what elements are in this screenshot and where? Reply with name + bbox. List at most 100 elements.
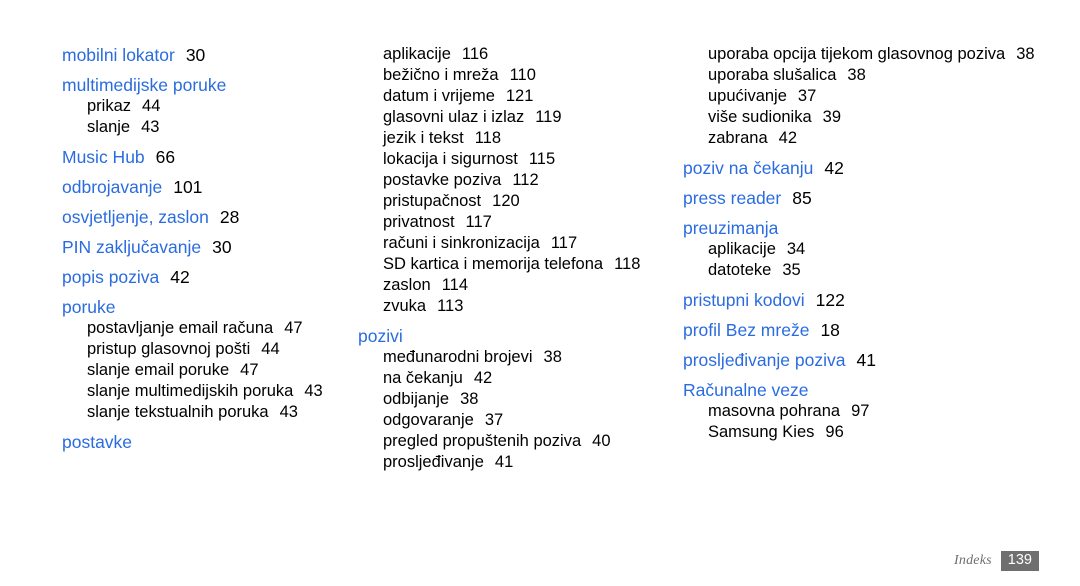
index-sub-entry[interactable]: pristup glasovnoj pošti 44 <box>62 339 345 360</box>
index-group: PIN zaključavanje 30 <box>62 236 345 258</box>
index-entry-head[interactable]: prosljeđivanje poziva 41 <box>683 349 1080 371</box>
index-page-number: 38 <box>460 390 479 408</box>
index-page: mobilni lokator 30 multimedijske poruke pri… <box>0 0 1080 586</box>
index-sub-entry[interactable]: slanje multimedijskih poruka 43 <box>62 381 345 402</box>
index-sub-entry[interactable]: glasovni ulaz i izlaz 119 <box>358 107 675 128</box>
index-sub-entry[interactable]: upućivanje 37 <box>683 86 1080 107</box>
index-page-number: 39 <box>822 108 841 126</box>
index-sub-entry-label: upućivanje <box>708 87 787 105</box>
index-entry-head[interactable]: osvjetljenje, zaslon 28 <box>62 206 345 228</box>
index-sub-entry[interactable]: prikaz 44 <box>62 96 345 117</box>
index-group: multimedijske poruke prikaz 44 slanje 43 <box>62 74 345 138</box>
index-group: osvjetljenje, zaslon 28 <box>62 206 345 228</box>
index-page-number: 85 <box>792 188 812 208</box>
index-page-number: 37 <box>797 87 817 105</box>
index-entry-head[interactable]: poziv na čekanju 42 <box>683 157 1080 179</box>
index-sub-entry-label: međunarodni brojevi <box>383 348 533 366</box>
index-sub-entry[interactable]: SD kartica i memorija telefona 118 <box>358 254 675 275</box>
index-sub-entry[interactable]: datum i vrijeme 121 <box>358 86 675 107</box>
index-sub-entry-label: privatnost <box>383 213 455 231</box>
index-sub-entry[interactable]: odbijanje 38 <box>358 389 675 410</box>
index-sub-entry-label: slanje <box>87 118 131 136</box>
index-sub-entry-label: Samsung Kies <box>708 423 815 441</box>
index-sub-entry-label: jezik i tekst <box>383 129 464 147</box>
index-entry-head[interactable]: profil Bez mreže 18 <box>683 319 1080 341</box>
index-entry-head[interactable]: poruke <box>62 296 345 318</box>
index-sub-entry-label: postavke poziva <box>383 171 502 189</box>
index-sub-entry[interactable]: lokacija i sigurnost 115 <box>358 149 675 170</box>
index-sub-entry[interactable]: postavke poziva 112 <box>358 170 675 191</box>
index-sub-entry[interactable]: postavljanje email računa 47 <box>62 318 345 339</box>
index-entry-head[interactable]: pristupni kodovi 122 <box>683 289 1080 311</box>
index-sub-entry[interactable]: zvuka 113 <box>358 296 675 317</box>
index-entry-head[interactable]: press reader 85 <box>683 187 1080 209</box>
index-entry-head[interactable]: mobilni lokator 30 <box>62 44 345 66</box>
index-entry-head[interactable]: Music Hub 66 <box>62 146 345 168</box>
index-page-number: 66 <box>155 147 176 167</box>
index-sub-entry-label: odbijanje <box>383 390 450 408</box>
index-sub-entry[interactable]: uporaba opcija tijekom glasovnog poziva 3… <box>683 44 1080 65</box>
index-sub-entry[interactable]: slanje email poruke 47 <box>62 360 345 381</box>
index-page-number: 38 <box>847 66 866 84</box>
index-entry-head[interactable]: postavke <box>62 431 345 453</box>
index-sub-entry-label: prikaz <box>87 97 132 115</box>
index-group: odbrojavanje 101 <box>62 176 345 198</box>
index-sub-entry-label: slanje tekstualnih poruka <box>87 403 269 421</box>
index-sub-entry[interactable]: zaslon 114 <box>358 275 675 296</box>
index-page-number: 47 <box>240 361 259 379</box>
index-group: aplikacije 116 bežično i mreža 110 datum i v… <box>358 44 675 317</box>
index-sub-entry[interactable]: Samsung Kies 96 <box>683 422 1080 443</box>
index-group: press reader 85 <box>683 187 1080 209</box>
index-page-number: 41 <box>856 350 876 370</box>
index-entry-head[interactable]: multimedijske poruke <box>62 74 345 96</box>
index-group: preuzimanja aplikacije 34 datoteke 35 <box>683 217 1080 281</box>
index-group: poruke postavljanje email računa 47 pristup… <box>62 296 345 423</box>
index-entry-head[interactable]: PIN zaključavanje 30 <box>62 236 345 258</box>
footer-page-number: 139 <box>1000 551 1039 571</box>
index-page-number: 118 <box>474 129 501 147</box>
index-sub-entry[interactable]: aplikacije 116 <box>358 44 675 65</box>
index-sub-entry[interactable]: više sudionika 39 <box>683 107 1080 128</box>
index-entry-head[interactable]: pozivi <box>358 325 675 347</box>
index-page-number: 40 <box>592 432 611 450</box>
index-sub-entry[interactable]: jezik i tekst 118 <box>358 128 675 149</box>
index-sub-entry-label: bežično i mreža <box>383 66 499 84</box>
index-sub-entry-label: aplikacije <box>383 45 451 63</box>
index-entry-head[interactable]: odbrojavanje 101 <box>62 176 345 198</box>
index-page-number: 119 <box>535 108 562 126</box>
index-sub-entry[interactable]: uporaba slušalica 38 <box>683 65 1080 86</box>
index-column-1: mobilni lokator 30 multimedijske poruke pri… <box>0 44 345 461</box>
index-sub-entry[interactable]: pregled propuštenih poziva 40 <box>358 431 675 452</box>
index-sub-entry-label: odgovaranje <box>383 411 474 429</box>
index-group: postavke <box>62 431 345 453</box>
index-group: pristupni kodovi 122 <box>683 289 1080 311</box>
index-sub-entry[interactable]: datoteke 35 <box>683 260 1080 281</box>
index-sub-entry[interactable]: međunarodni brojevi 38 <box>358 347 675 368</box>
index-page-number: 117 <box>550 234 578 252</box>
index-page-number: 117 <box>465 213 492 231</box>
index-page-number: 44 <box>261 340 280 358</box>
index-page-number: 42 <box>824 158 844 178</box>
index-sub-entry[interactable]: privatnost 117 <box>358 212 675 233</box>
index-page-number: 42 <box>170 267 190 287</box>
index-sub-entry[interactable]: masovna pohrana 97 <box>683 401 1080 422</box>
index-sub-entry[interactable]: prosljeđivanje 41 <box>358 452 675 473</box>
index-sub-entry[interactable]: bežično i mreža 110 <box>358 65 675 86</box>
index-page-number: 18 <box>820 320 840 340</box>
index-sub-entry[interactable]: računi i sinkronizacija 117 <box>358 233 675 254</box>
index-page-number: 42 <box>473 369 493 387</box>
index-page-number: 43 <box>279 403 298 421</box>
index-sub-entry[interactable]: odgovaranje 37 <box>358 410 675 431</box>
index-sub-entry[interactable]: zabrana 42 <box>683 128 1080 149</box>
index-entry-head[interactable]: preuzimanja <box>683 217 1080 239</box>
page-footer: Indeks 139 <box>954 550 1039 572</box>
index-sub-entry[interactable]: pristupačnost 120 <box>358 191 675 212</box>
index-sub-entry[interactable]: aplikacije 34 <box>683 239 1080 260</box>
index-sub-entry[interactable]: na čekanju 42 <box>358 368 675 389</box>
index-sub-entry-label: SD kartica i memorija telefona <box>383 255 604 273</box>
index-sub-entry[interactable]: slanje 43 <box>62 117 345 138</box>
index-entry-head[interactable]: Računalne veze <box>683 379 1080 401</box>
index-page-number: 114 <box>441 276 469 294</box>
index-entry-head[interactable]: popis poziva 42 <box>62 266 345 288</box>
index-sub-entry[interactable]: slanje tekstualnih poruka 43 <box>62 402 345 423</box>
